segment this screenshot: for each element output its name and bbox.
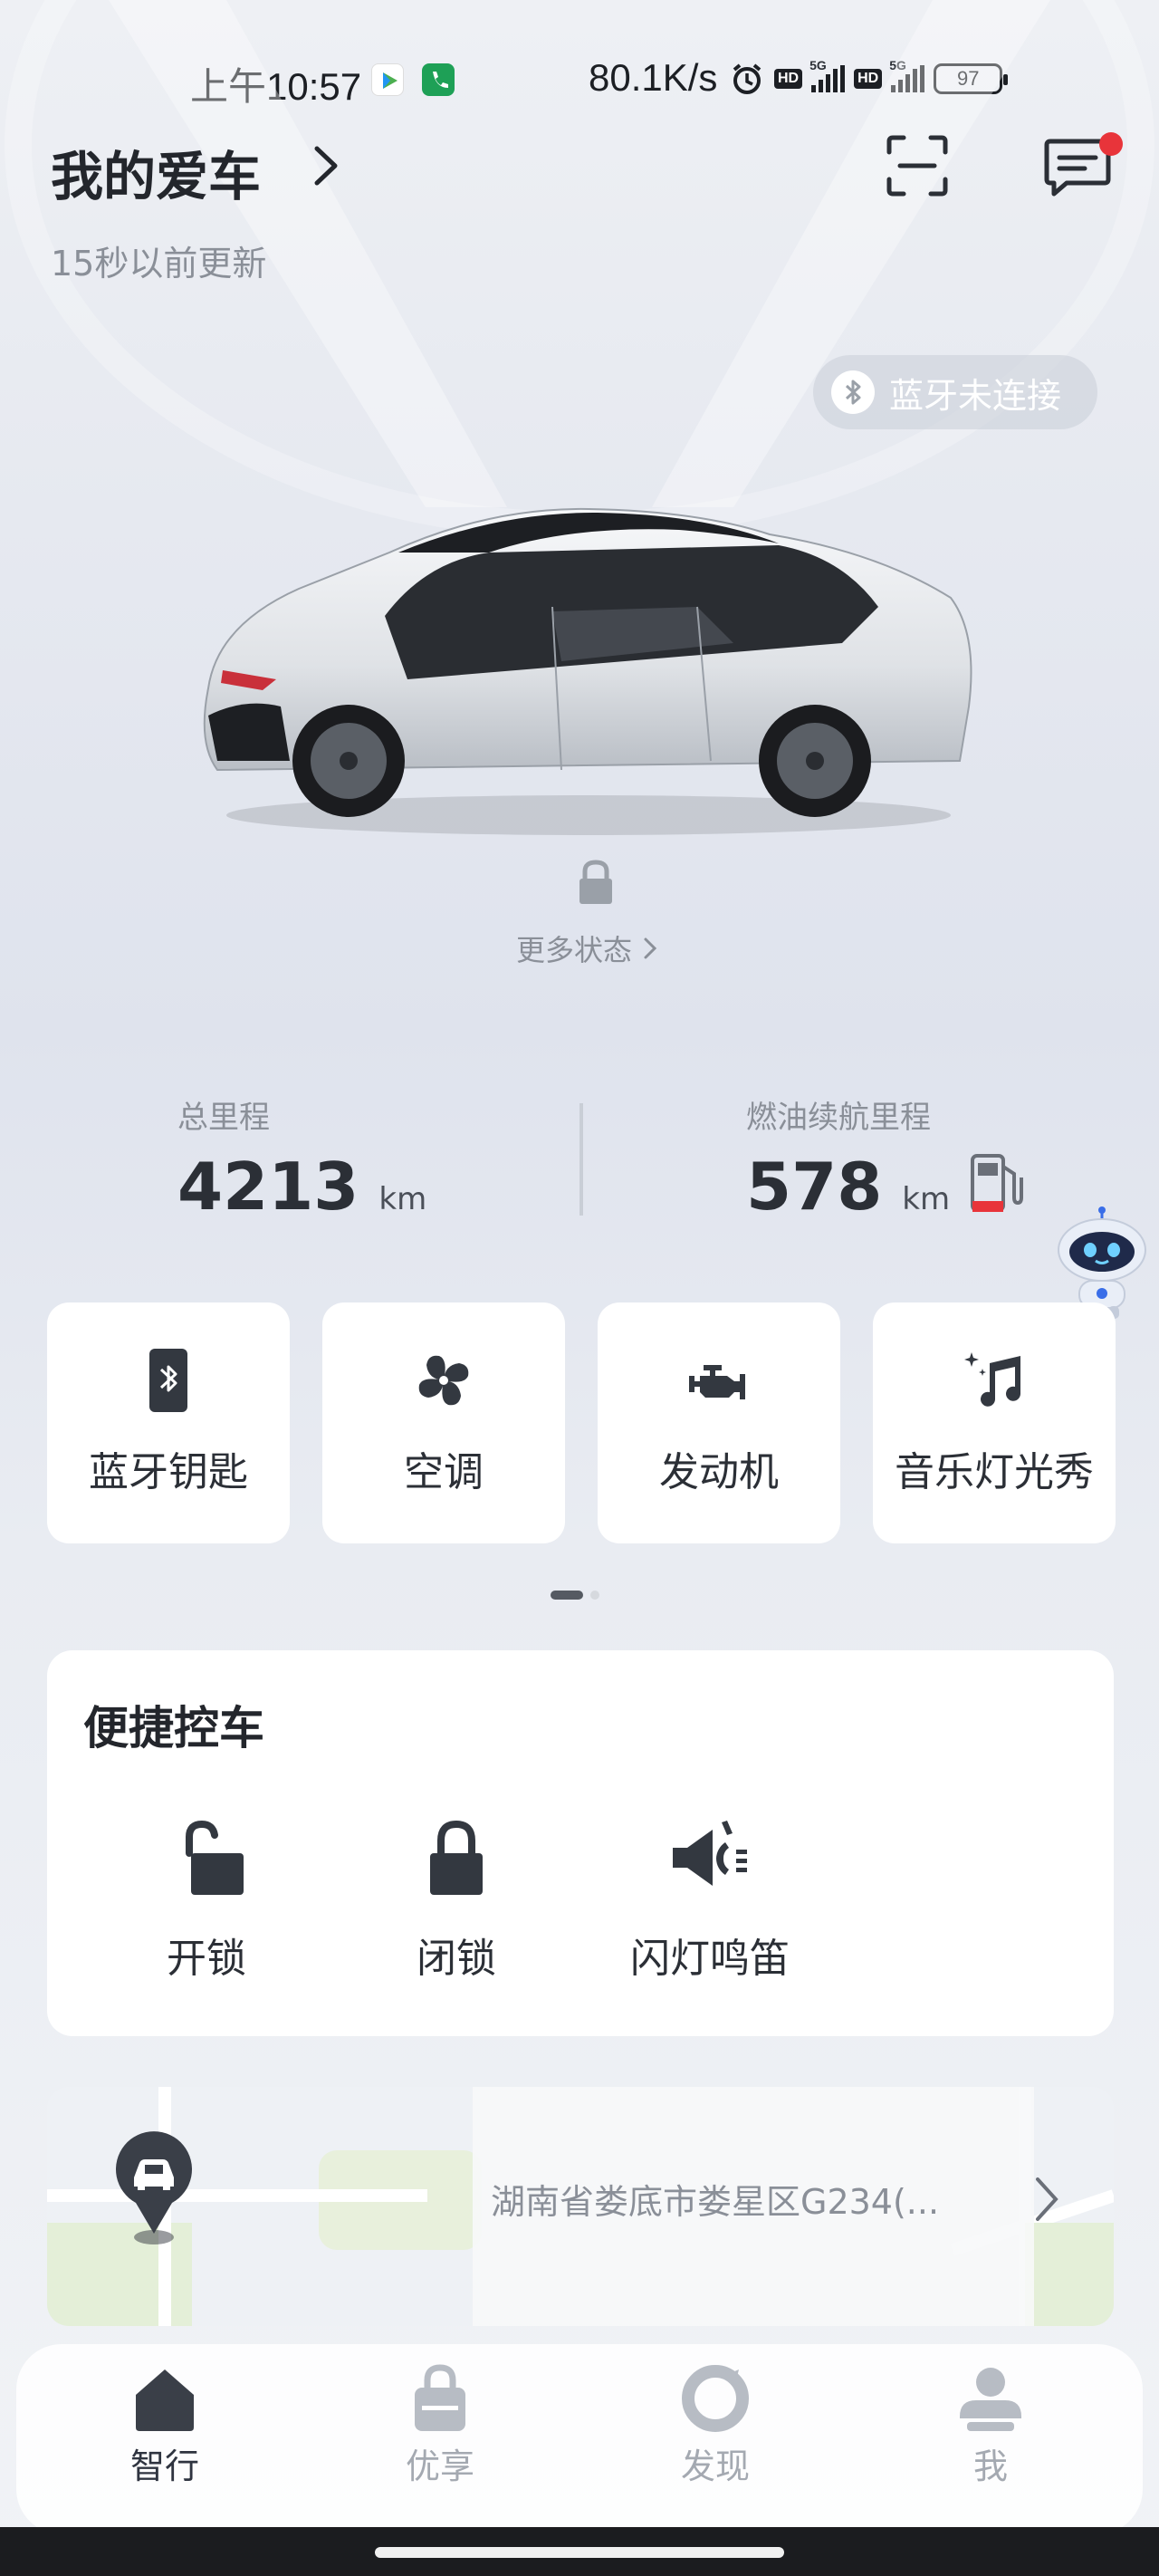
flash-horn-label: 闪灯鸣笛: [630, 1936, 790, 1982]
nav-discover[interactable]: 发现: [625, 2362, 806, 2488]
person-icon: [960, 2368, 1021, 2431]
tile-label: 空调: [404, 1449, 484, 1495]
tile-label: 蓝牙钥匙: [89, 1449, 248, 1495]
tile-bluetooth-key[interactable]: 蓝牙钥匙: [47, 1302, 290, 1543]
tile-label: 音乐灯光秀: [895, 1449, 1094, 1495]
page-title[interactable]: 我的爱车: [51, 134, 261, 210]
music-icon: [964, 1352, 1020, 1407]
fuel-range-label: 燃油续航里程: [746, 1100, 931, 1136]
nav-label: 优享: [405, 2446, 474, 2486]
notification-dot: [1099, 132, 1123, 156]
fan-icon: [418, 1355, 469, 1406]
lock-status-icon: [580, 860, 612, 904]
fuel-range-unit: km: [902, 1181, 951, 1217]
nav-profile[interactable]: 我: [900, 2362, 1081, 2488]
car-location-pin-icon: [116, 2131, 192, 2244]
nav-label: 我: [972, 2446, 1008, 2486]
nav-benefits[interactable]: 优享: [350, 2362, 531, 2488]
chevron-right-icon: [644, 937, 657, 959]
lock-label: 闭锁: [417, 1936, 496, 1982]
update-time: 15秒以前更新: [51, 244, 267, 284]
lock-button[interactable]: 闭锁: [375, 1817, 538, 1984]
nav-label: 发现: [680, 2446, 750, 2486]
total-mileage-unit: km: [378, 1181, 427, 1217]
page-dot: [590, 1591, 599, 1600]
tile-music-light-show[interactable]: 音乐灯光秀: [873, 1302, 1116, 1543]
bluetooth-status-pill[interactable]: 蓝牙未连接: [813, 355, 1097, 429]
page-indicator: [551, 1591, 599, 1600]
engine-icon: [689, 1365, 745, 1399]
tile-air-conditioner[interactable]: 空调: [322, 1302, 565, 1543]
unlock-label: 开锁: [167, 1936, 246, 1982]
vehicle-location-card[interactable]: 湖南省娄底市娄星区G234(...: [47, 2087, 1114, 2326]
chevron-right-icon: [1036, 2177, 1058, 2221]
total-mileage-value: 4213: [177, 1149, 359, 1225]
discover-icon: [682, 2365, 749, 2432]
location-address: 湖南省娄底市娄星区G234(...: [491, 2182, 940, 2222]
total-mileage: 4213 km: [177, 1149, 426, 1225]
more-status-label: 更多状态: [516, 933, 633, 967]
total-mileage-label: 总里程: [177, 1100, 270, 1136]
lock-icon: [430, 1820, 483, 1895]
more-status-link[interactable]: 更多状态: [516, 928, 659, 969]
fuel-range-value: 578: [746, 1149, 883, 1225]
mileage-divider: [580, 1103, 583, 1216]
scan-icon[interactable]: [886, 134, 949, 197]
chevron-right-icon[interactable]: [308, 143, 344, 188]
car-image: [203, 507, 972, 835]
bluetooth-icon: [831, 370, 875, 414]
fuel-range: 578 km: [746, 1149, 950, 1225]
page-dot-active: [551, 1591, 583, 1600]
tile-label: 发动机: [659, 1449, 779, 1495]
bluetooth-status-text: 蓝牙未连接: [889, 375, 1062, 416]
unlock-icon: [186, 1820, 244, 1895]
fuel-pump-icon: [971, 1154, 1023, 1212]
bag-icon: [415, 2364, 465, 2431]
quick-control-card: 便捷控车 开锁 闭锁 闪灯鸣笛: [47, 1650, 1114, 2036]
home-icon: [136, 2369, 194, 2431]
home-indicator[interactable]: [375, 2547, 784, 2558]
bottom-nav: 智行 优享 发现 我: [16, 2344, 1143, 2534]
horn-icon: [673, 1821, 747, 1886]
flash-horn-button[interactable]: 闪灯鸣笛: [619, 1817, 800, 1984]
tile-engine[interactable]: 发动机: [598, 1302, 840, 1543]
nav-home[interactable]: 智行: [74, 2362, 255, 2488]
bluetooth-key-icon: [149, 1349, 187, 1412]
nav-label: 智行: [129, 2446, 199, 2486]
quick-control-title: 便捷控车: [83, 1702, 264, 1754]
unlock-button[interactable]: 开锁: [125, 1817, 288, 1984]
